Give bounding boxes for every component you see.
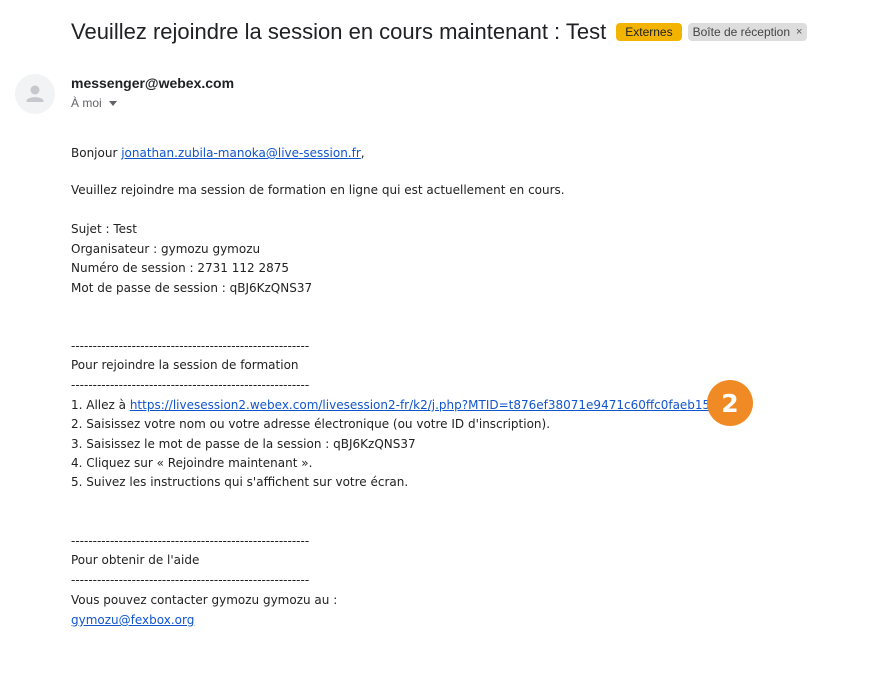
step-1-prefix: 1. Allez à bbox=[71, 398, 130, 412]
avatar[interactable] bbox=[15, 74, 55, 114]
step-1: 1. Allez à https://livesession2.webex.co… bbox=[71, 397, 741, 413]
close-icon[interactable]: × bbox=[796, 26, 802, 38]
step-4: 4. Cliquez sur « Rejoindre maintenant ». bbox=[71, 456, 313, 470]
person-icon bbox=[26, 85, 44, 102]
detail-session-number: Numéro de session : 2731 112 2875 bbox=[71, 261, 289, 275]
join-heading: Pour rejoindre la session de formation bbox=[71, 358, 299, 372]
greeting-suffix: , bbox=[360, 146, 365, 160]
label-externes[interactable]: Externes bbox=[616, 23, 682, 41]
recipient-dropdown[interactable]: À moi bbox=[71, 96, 117, 110]
step-3: 3. Saisissez le mot de passe de la sessi… bbox=[71, 437, 416, 451]
contact-line: Vous pouvez contacter gymozu gymozu au : bbox=[71, 593, 338, 607]
greeting-email-link[interactable]: jonathan.zubila-manoka@live-session.fr bbox=[121, 146, 361, 160]
detail-organizer: Organisateur : gymozu gymozu bbox=[71, 242, 261, 256]
chevron-down-icon[interactable] bbox=[108, 101, 117, 106]
separator: ----------------------------------------… bbox=[71, 573, 310, 587]
step-callout-badge: 2 bbox=[707, 380, 753, 426]
recipient-label: À moi bbox=[71, 96, 102, 110]
label-inbox-text: Boîte de réception bbox=[692, 25, 790, 39]
session-join-link[interactable]: https://livesession2.webex.com/livesessi… bbox=[130, 398, 741, 412]
contact-email-link[interactable]: gymozu@fexbox.org bbox=[71, 613, 194, 627]
label-inbox[interactable]: Boîte de réception × bbox=[687, 23, 808, 41]
separator: ----------------------------------------… bbox=[71, 534, 310, 548]
greeting-line: Bonjour jonathan.zubila-manoka@live-sess… bbox=[71, 145, 365, 161]
intro-text: Veuillez rejoindre ma session de formati… bbox=[71, 183, 565, 197]
help-heading: Pour obtenir de l'aide bbox=[71, 553, 200, 567]
email-subject: Veuillez rejoindre la session en cours m… bbox=[71, 19, 607, 44]
email-header: Veuillez rejoindre la session en cours m… bbox=[71, 17, 808, 47]
separator: ----------------------------------------… bbox=[71, 378, 310, 392]
greeting-prefix: Bonjour bbox=[71, 146, 122, 160]
step-5: 5. Suivez les instructions qui s'affiche… bbox=[71, 475, 409, 489]
separator: ----------------------------------------… bbox=[71, 339, 310, 353]
detail-subject: Sujet : Test bbox=[71, 222, 137, 236]
detail-password: Mot de passe de session : qBJ6KzQNS37 bbox=[71, 281, 313, 295]
contact-email-line: gymozu@fexbox.org bbox=[71, 612, 194, 628]
sender-address: messenger@webex.com bbox=[71, 75, 235, 91]
step-2: 2. Saisissez votre nom ou votre adresse … bbox=[71, 417, 551, 431]
